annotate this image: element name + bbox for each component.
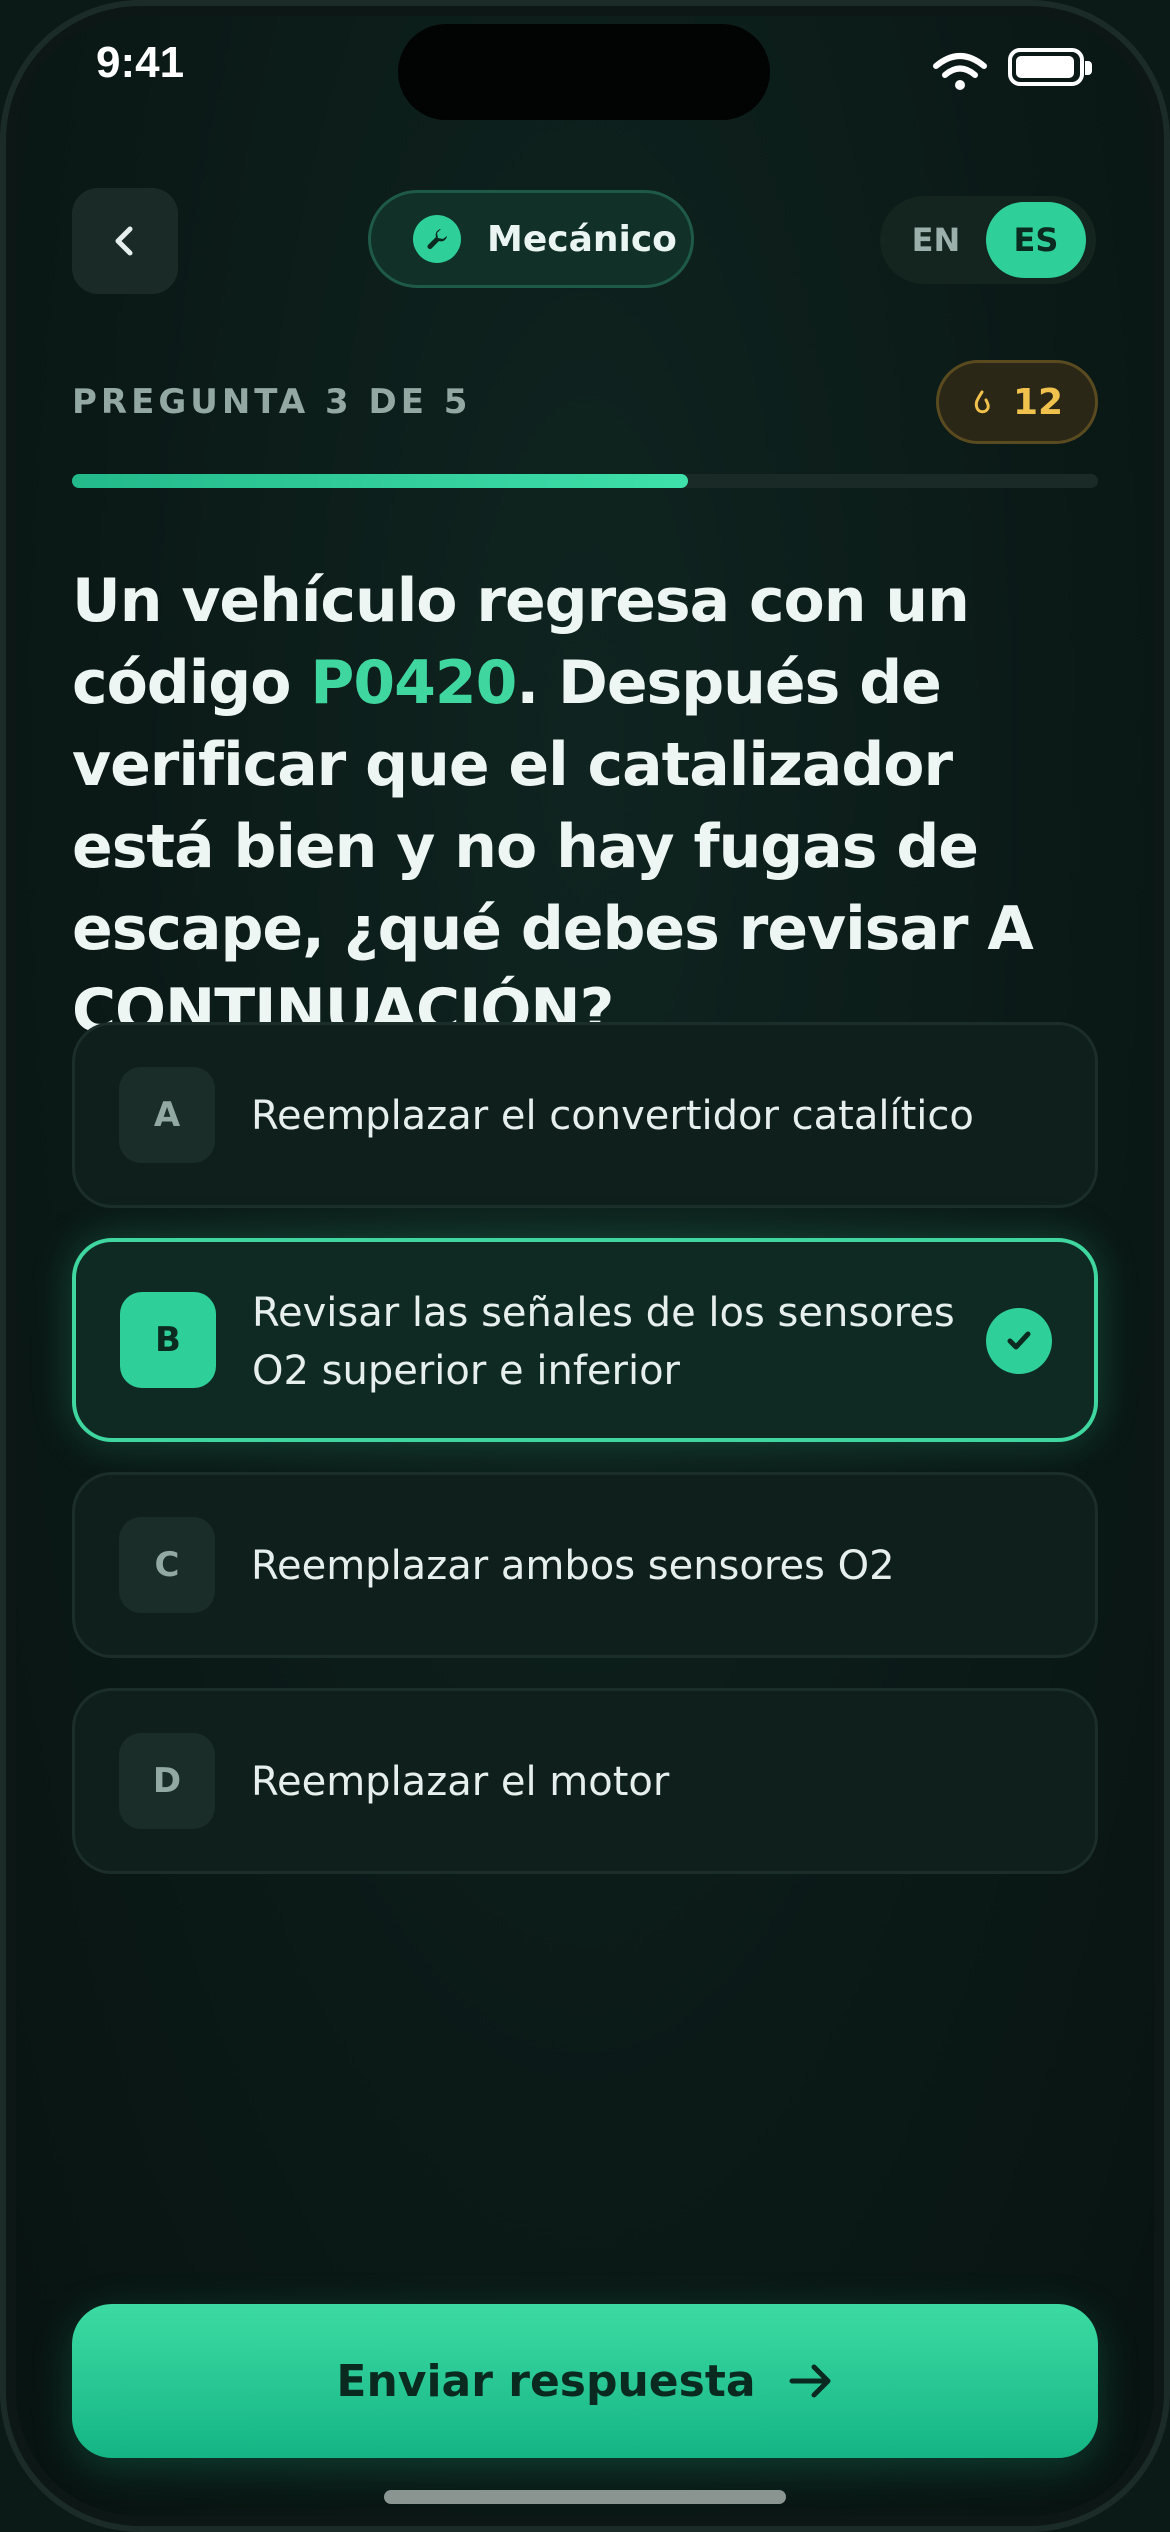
error-code: P0420 bbox=[310, 648, 517, 718]
streak-badge: 12 bbox=[936, 360, 1098, 444]
dynamic-island bbox=[398, 24, 770, 120]
option-letter: B bbox=[120, 1292, 216, 1388]
wifi-icon bbox=[933, 53, 987, 90]
lang-option-es[interactable]: ES bbox=[986, 202, 1086, 278]
app-screen: 9:41 Mecánico EN ES PREGUNTA 3 DE 5 12 U… bbox=[0, 0, 1170, 2532]
home-indicator bbox=[384, 2490, 786, 2504]
option-text: Reemplazar el motor bbox=[251, 1759, 670, 1805]
option-letter: D bbox=[119, 1733, 215, 1829]
back-button[interactable] bbox=[72, 188, 178, 294]
check-icon bbox=[986, 1308, 1052, 1374]
streak-count: 12 bbox=[1012, 381, 1064, 423]
wrench-icon bbox=[413, 215, 461, 263]
question-counter: PREGUNTA 3 DE 5 bbox=[72, 382, 472, 422]
option-text: Reemplazar ambos sensores O2 bbox=[251, 1543, 895, 1589]
category-label: Mecánico bbox=[487, 218, 677, 260]
progress-bar bbox=[72, 474, 1098, 488]
chevron-left-icon bbox=[115, 226, 133, 256]
option-text: Revisar las señales de los sensores O2 s… bbox=[252, 1290, 955, 1394]
submit-button[interactable]: Enviar respuesta bbox=[72, 2304, 1098, 2458]
option-text: Reemplazar el convertidor catalítico bbox=[251, 1093, 974, 1139]
option-c[interactable]: C Reemplazar ambos sensores O2 bbox=[72, 1472, 1098, 1658]
option-letter: A bbox=[119, 1067, 215, 1163]
arrow-right-icon bbox=[789, 2364, 831, 2398]
flame-icon bbox=[974, 390, 990, 414]
option-a[interactable]: A Reemplazar el convertidor catalítico bbox=[72, 1022, 1098, 1208]
lang-option-en[interactable]: EN bbox=[886, 202, 986, 278]
submit-label: Enviar respuesta bbox=[336, 2355, 756, 2407]
status-time: 9:41 bbox=[96, 38, 185, 87]
question-text: Un vehículo regresa con un código P0420.… bbox=[72, 560, 1112, 1052]
option-d[interactable]: D Reemplazar el motor bbox=[72, 1688, 1098, 1874]
language-toggle[interactable]: EN ES bbox=[880, 196, 1096, 284]
option-letter: C bbox=[119, 1517, 215, 1613]
progress-fill bbox=[72, 474, 688, 488]
category-pill[interactable]: Mecánico bbox=[368, 190, 694, 288]
battery-icon bbox=[1008, 48, 1092, 86]
option-b[interactable]: B Revisar las señales de los sensores O2… bbox=[72, 1238, 1098, 1442]
